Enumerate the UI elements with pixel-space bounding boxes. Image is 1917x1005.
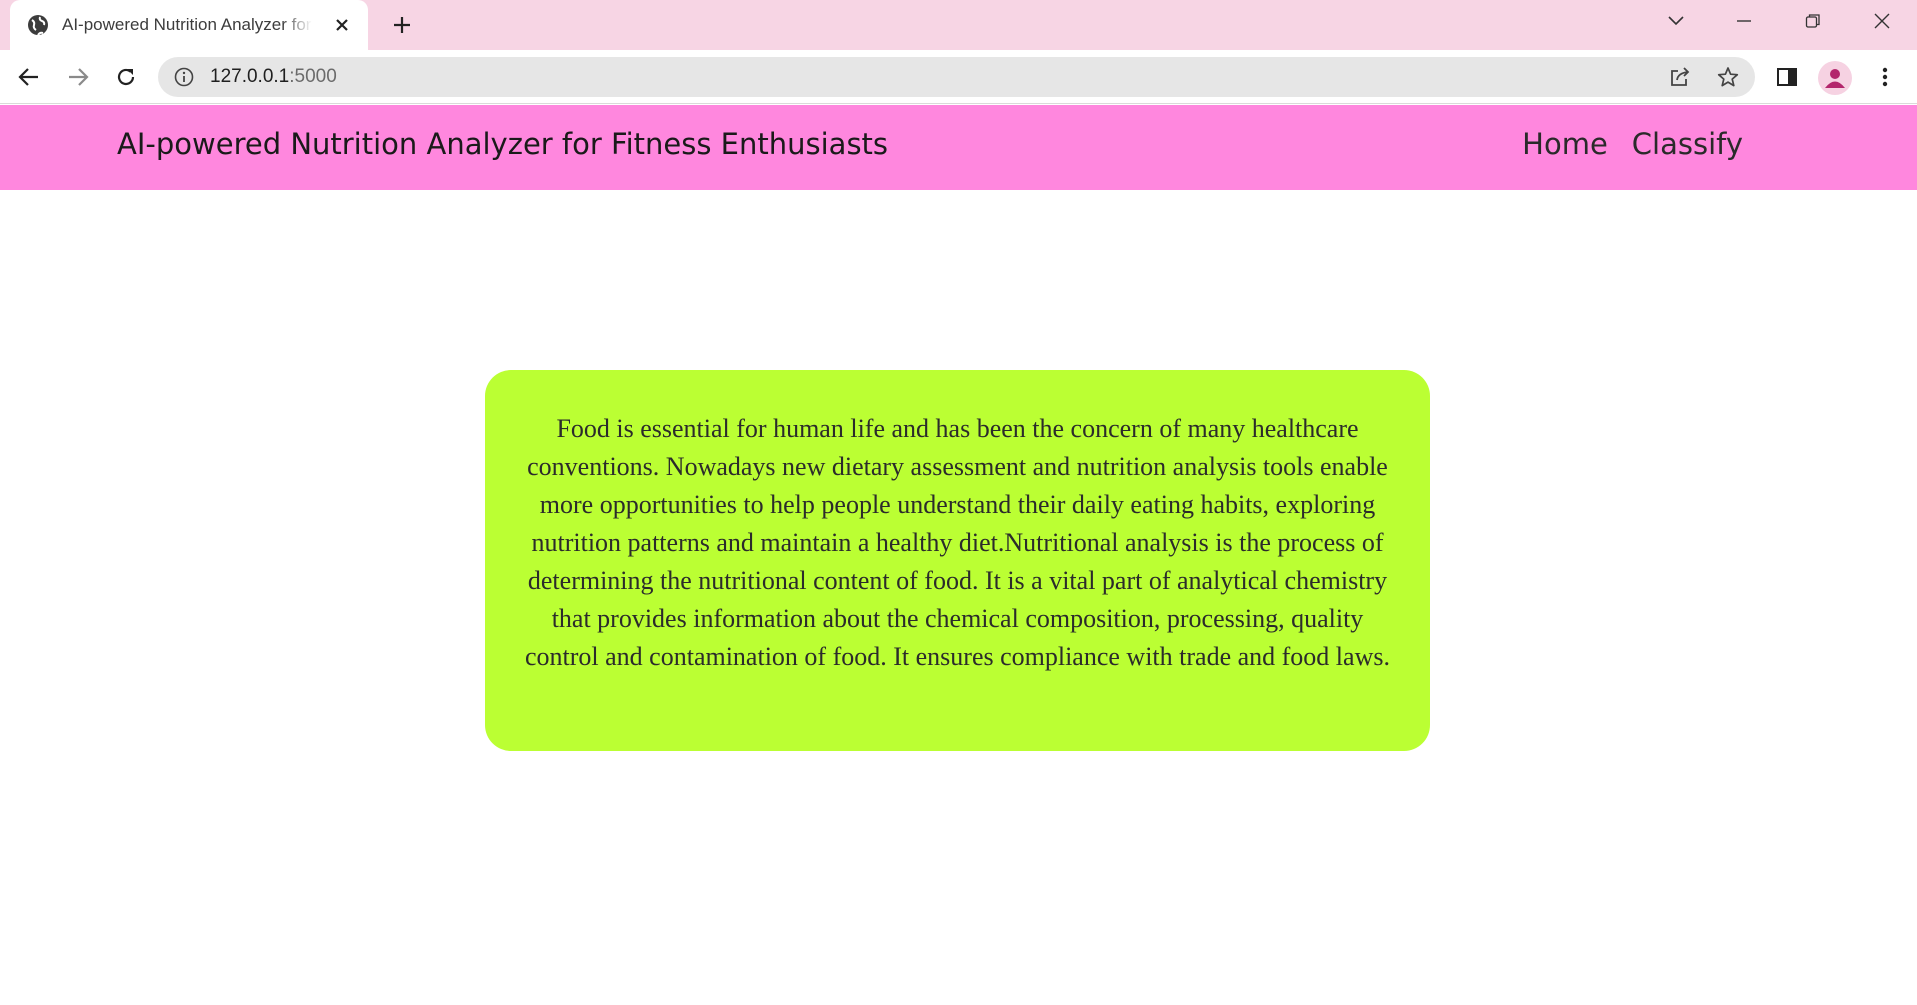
info-icon[interactable] — [173, 66, 195, 88]
profile-icon[interactable] — [1818, 61, 1852, 95]
address-bar[interactable]: 127.0.0.1:5000 — [158, 57, 1755, 97]
url-port: :5000 — [289, 66, 337, 87]
side-panel-icon[interactable] — [1771, 61, 1803, 93]
site-brand[interactable]: AI-powered Nutrition Analyzer for Fitnes… — [117, 127, 888, 161]
minimize-icon[interactable] — [1726, 7, 1762, 35]
nav-link-home[interactable]: Home — [1522, 127, 1608, 161]
site-navbar: AI-powered Nutrition Analyzer for Fitnes… — [0, 105, 1917, 190]
kebab-menu-icon[interactable] — [1869, 61, 1901, 93]
browser-toolbar: 127.0.0.1:5000 — [0, 50, 1917, 104]
tab-strip: AI-powered Nutrition Analyzer for Fitnes… — [0, 0, 1917, 50]
restore-icon[interactable] — [1795, 7, 1831, 35]
globe-icon — [27, 14, 49, 36]
tab-title: AI-powered Nutrition Analyzer for Fitnes… — [62, 15, 312, 34]
star-icon[interactable] — [1714, 63, 1742, 91]
plus-icon[interactable] — [388, 11, 416, 39]
close-icon[interactable] — [330, 13, 354, 37]
back-arrow-icon[interactable] — [13, 61, 45, 93]
chevron-down-icon[interactable] — [1658, 7, 1694, 35]
forward-arrow-icon[interactable] — [62, 61, 94, 93]
share-icon[interactable] — [1666, 63, 1694, 91]
info-card: Food is essential for human life and has… — [485, 370, 1430, 751]
reload-icon[interactable] — [110, 61, 142, 93]
url-text: 127.0.0.1:5000 — [210, 66, 337, 88]
url-host: 127.0.0.1 — [210, 66, 290, 87]
info-paragraph: Food is essential for human life and has… — [525, 414, 1390, 671]
browser-tab[interactable]: AI-powered Nutrition Analyzer for Fitnes… — [10, 0, 368, 50]
nav-link-classify[interactable]: Classify — [1632, 127, 1743, 161]
window-close-icon[interactable] — [1864, 7, 1900, 35]
nav-links: Home Classify — [1522, 127, 1743, 161]
